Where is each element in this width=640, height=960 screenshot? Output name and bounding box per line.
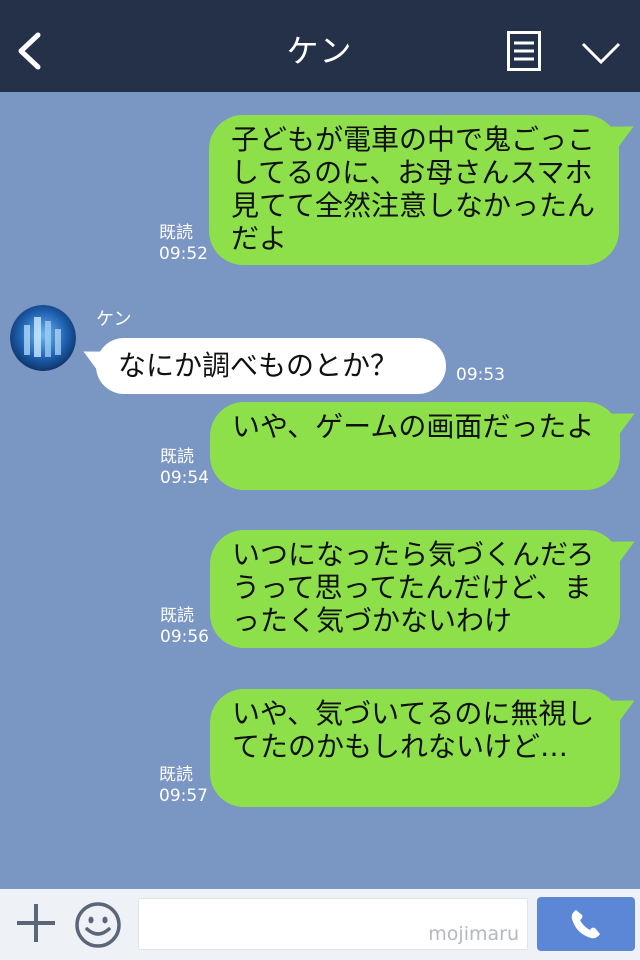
message-time: 09:53 [456,365,505,385]
chevron-down-icon[interactable] [580,40,622,66]
chat-area[interactable]: 子どもが電車の中で鬼ごっこしてるのに、お母さんスマホ見てて全然注意しなかったんだ… [0,92,640,889]
read-receipt: 既読 [160,447,194,467]
sender-name: ケン [96,309,132,330]
avatar[interactable] [10,305,76,371]
message-bubble-outgoing: いや、気づいてるのに無視してたのかもしれないけど… [210,689,620,807]
message-time: 09:54 [160,468,209,488]
read-receipt: 既読 [159,765,193,785]
phone-icon [571,910,600,939]
plus-icon[interactable] [15,902,57,944]
read-receipt: 既読 [159,223,193,243]
chat-header: ケン [0,0,640,92]
message-meta: 既読 09:56 [160,606,209,648]
message-time: 09:56 [160,627,209,647]
watermark-text: mojimaru [428,923,519,945]
message-meta: 既読 09:54 [160,447,209,489]
message-bubble-outgoing: 子どもが電車の中で鬼ごっこしてるのに、お母さんスマホ見てて全然注意しなかったんだ… [209,115,619,265]
message-meta: 既読 09:57 [159,765,208,807]
read-receipt: 既読 [160,606,194,626]
message-time: 09:52 [159,244,208,264]
note-list-icon[interactable] [507,31,541,71]
message-input[interactable]: mojimaru [138,898,528,950]
message-time: 09:57 [159,786,208,806]
chat-title: ケン [286,32,354,70]
call-button[interactable] [537,897,635,951]
smile-icon[interactable] [74,901,122,949]
message-bubble-incoming: なにか調べものとか？ [96,338,446,394]
message-bubble-outgoing: いつになったら気づくんだろうって思ってたんだけど、まったく気づかないわけ [210,530,620,648]
message-bubble-outgoing: いや、ゲームの画面だったよ [210,402,620,490]
message-meta: 既読 09:52 [159,223,208,265]
